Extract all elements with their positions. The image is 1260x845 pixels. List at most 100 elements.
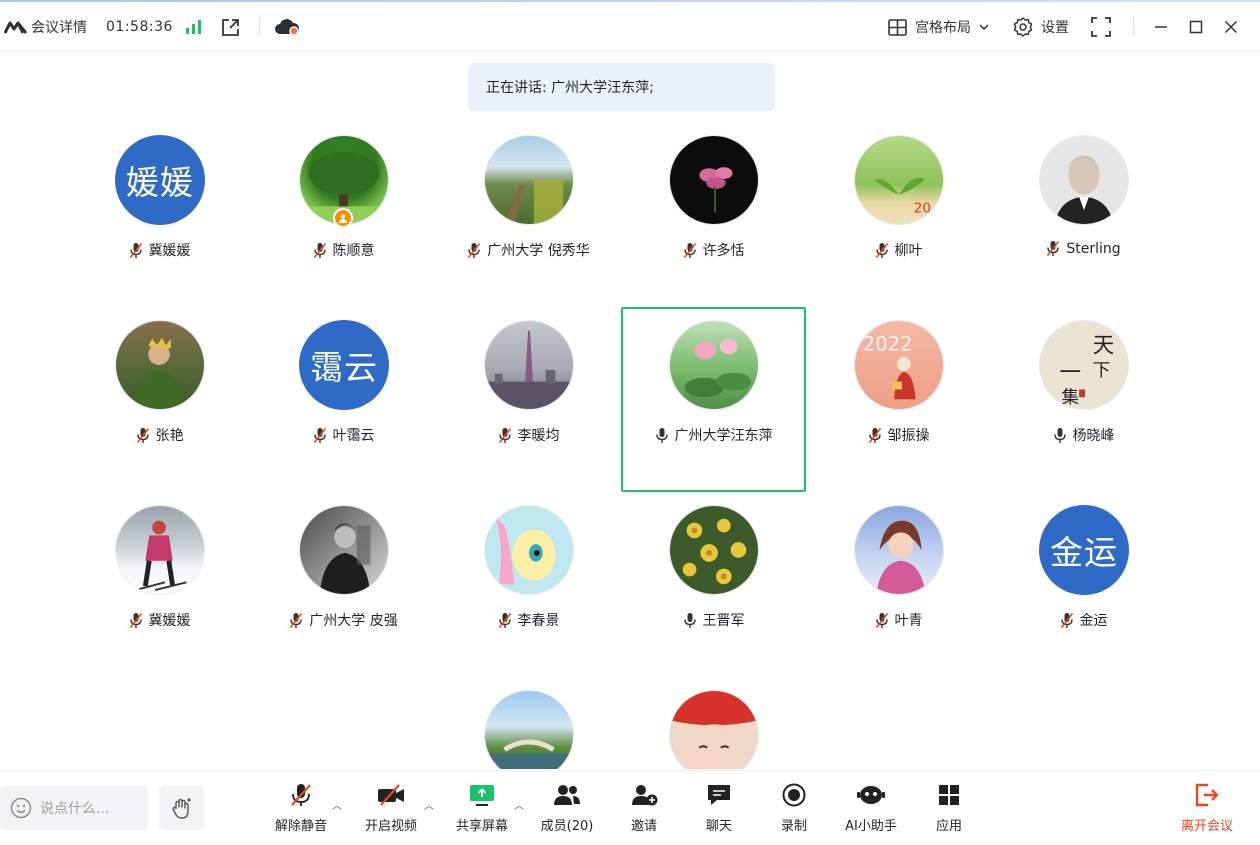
- participant-name: 王晋军: [702, 613, 745, 629]
- participant-tile[interactable]: Sterling: [991, 122, 1176, 307]
- ai-assistant-button[interactable]: AI小助手: [836, 781, 906, 837]
- members-label: 成员(20): [540, 819, 594, 834]
- layout-selector[interactable]: 宫格布局: [888, 14, 989, 40]
- svg-text:2022: 2022: [863, 332, 913, 355]
- participant-tile[interactable]: [436, 677, 621, 769]
- mic-muted-icon: [467, 242, 481, 259]
- meeting-info-button[interactable]: 会议详情: [31, 14, 87, 40]
- video-options-caret-icon[interactable]: ︿: [424, 797, 434, 812]
- participant-name: 广州大学 倪秀华: [487, 243, 590, 259]
- participant-tile[interactable]: 李暖均: [436, 307, 621, 492]
- raise-hand-button[interactable]: [159, 786, 204, 830]
- participant-tile[interactable]: 金运 金运: [991, 492, 1176, 677]
- participant-tile-active-speaker[interactable]: 广州大学汪东萍: [621, 307, 806, 492]
- mic-muted-icon: [498, 612, 512, 629]
- avatar: [115, 505, 205, 595]
- participant-tile[interactable]: 天下一集 杨晓峰: [991, 307, 1176, 492]
- leave-meeting-button[interactable]: 离开会议: [1172, 781, 1242, 837]
- unmute-button[interactable]: 解除静音: [266, 781, 336, 837]
- fullscreen-icon[interactable]: [1091, 14, 1111, 40]
- mic-on-icon: [683, 612, 697, 629]
- grid-layout-icon: [888, 18, 907, 36]
- avatar: 媛媛: [115, 135, 205, 225]
- participant-tile[interactable]: 张艳: [67, 307, 252, 492]
- minimize-icon[interactable]: [1154, 14, 1168, 40]
- signal-strength-icon[interactable]: [186, 14, 202, 40]
- participant-name: 叶青: [894, 613, 923, 629]
- participant-name: 李春景: [517, 613, 560, 629]
- svg-text:天: 天: [1093, 333, 1115, 358]
- meeting-info-label: 会议详情: [31, 20, 87, 36]
- host-badge-icon: [333, 208, 353, 228]
- participant-tile[interactable]: 许多恬: [621, 122, 806, 307]
- svg-text:20: 20: [914, 200, 931, 216]
- participant-name: 李暖均: [517, 428, 560, 444]
- record-label: 录制: [780, 819, 807, 834]
- participant-tile[interactable]: 霭云 叶霭云: [251, 307, 436, 492]
- share-screen-icon: [468, 781, 496, 809]
- speaking-indicator: 正在讲话: 广州大学汪东萍;: [468, 63, 775, 111]
- avatar: 20: [854, 135, 944, 225]
- avatar: [669, 135, 759, 225]
- members-icon: [553, 781, 581, 809]
- meeting-timer: 01:58:36: [106, 19, 173, 35]
- exit-icon: [1193, 781, 1221, 809]
- participant-name: 冀媛媛: [148, 613, 191, 629]
- mic-muted-icon: [683, 242, 697, 259]
- share-screen-button[interactable]: 共享屏幕: [447, 781, 517, 837]
- participant-name: 广州大学 皮强: [309, 613, 398, 629]
- avatar: [669, 505, 759, 595]
- close-icon[interactable]: [1224, 14, 1238, 40]
- participant-tile[interactable]: 冀媛媛: [67, 492, 252, 677]
- mic-muted-icon: [875, 242, 889, 259]
- participant-tile[interactable]: 叶青: [806, 492, 991, 677]
- cloud-record-icon[interactable]: [274, 14, 300, 40]
- avatar: [484, 135, 574, 225]
- members-button[interactable]: 成员(20): [532, 781, 602, 837]
- mic-muted-icon: [313, 242, 327, 259]
- participant-tile[interactable]: 2022 邹振操: [806, 307, 991, 492]
- chat-quick-input[interactable]: 说点什么...: [0, 786, 148, 830]
- share-options-caret-icon[interactable]: ︿: [514, 797, 524, 812]
- invite-button[interactable]: 邀请: [609, 781, 679, 837]
- avatar: [299, 505, 389, 595]
- participant-tile[interactable]: 20 柳叶: [806, 122, 991, 307]
- chat-button[interactable]: 聊天: [684, 781, 754, 837]
- raise-hand-icon: [171, 798, 191, 819]
- avatar: 2022: [854, 320, 944, 410]
- unmute-label: 解除静音: [274, 819, 327, 834]
- external-window-icon[interactable]: [221, 14, 240, 40]
- mic-muted-icon: [289, 612, 303, 629]
- apps-label: 应用: [935, 819, 962, 834]
- mic-muted-icon: [287, 781, 315, 809]
- participant-tile[interactable]: 广州大学 皮强: [251, 492, 436, 677]
- mic-on-icon: [1053, 427, 1067, 444]
- participant-name: 陈顺意: [332, 243, 375, 259]
- ai-assistant-label: AI小助手: [845, 819, 897, 834]
- record-button[interactable]: 录制: [759, 781, 829, 837]
- leave-meeting-label: 离开会议: [1180, 819, 1233, 834]
- participant-tile[interactable]: 广州大学 倪秀华: [436, 122, 621, 307]
- settings-label: 设置: [1041, 20, 1069, 36]
- separator: [1133, 17, 1134, 35]
- start-video-button[interactable]: 开启视频: [356, 781, 426, 837]
- participant-tile[interactable]: [621, 677, 806, 769]
- participant-tile[interactable]: 媛媛 冀媛媛: [67, 122, 252, 307]
- svg-text:集: 集: [1062, 388, 1080, 408]
- mic-muted-icon: [1046, 240, 1060, 257]
- settings-button[interactable]: 设置: [1013, 14, 1069, 40]
- participant-tile[interactable]: 李春景: [436, 492, 621, 677]
- avatar: [484, 505, 574, 595]
- participant-name: 许多恬: [702, 243, 745, 259]
- participant-tile[interactable]: 陈顺意: [251, 122, 436, 307]
- audio-options-caret-icon[interactable]: ︿: [332, 797, 342, 812]
- svg-text:下: 下: [1093, 361, 1111, 381]
- avatar: 霭云: [299, 320, 389, 410]
- record-icon: [780, 781, 808, 809]
- avatar: [484, 690, 574, 769]
- mic-muted-icon: [875, 612, 889, 629]
- participant-tile[interactable]: 王晋军: [621, 492, 806, 677]
- avatar: [854, 505, 944, 595]
- apps-button[interactable]: 应用: [914, 781, 984, 837]
- maximize-icon[interactable]: [1189, 14, 1203, 40]
